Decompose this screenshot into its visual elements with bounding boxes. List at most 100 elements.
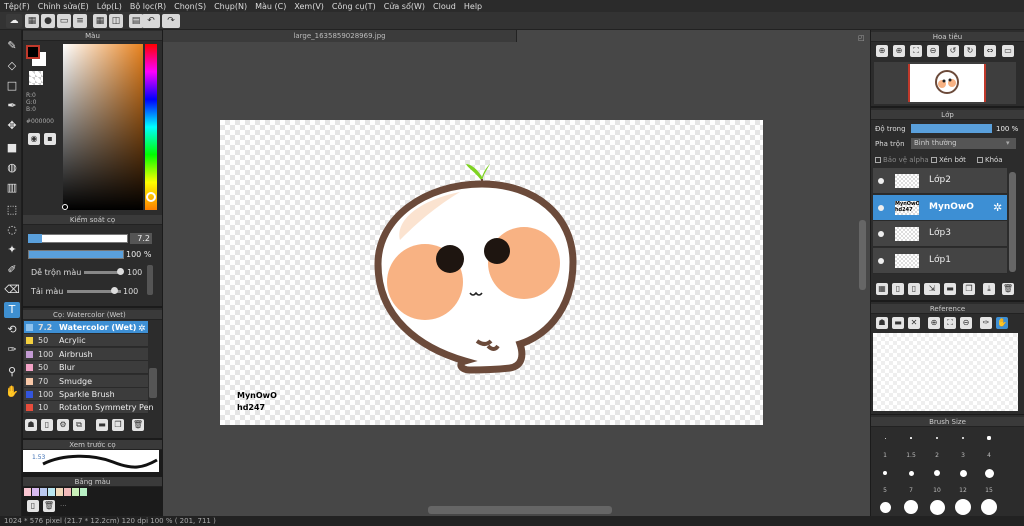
reference-open-icon[interactable]: ▬ — [892, 317, 904, 329]
hand-tool-icon[interactable]: ✋ — [4, 384, 20, 400]
grid-icon[interactable]: ▦ — [93, 14, 107, 28]
menu-filter[interactable]: Bộ lọc(R) — [130, 2, 166, 11]
brush-size-preset[interactable] — [987, 436, 991, 440]
new-layer-8bit-icon[interactable]: ▯ — [892, 283, 904, 295]
saturation-value-picker[interactable] — [63, 44, 143, 210]
zoom-tool-icon[interactable]: ⚲ — [4, 364, 20, 380]
brush-list-item[interactable]: 50 Acrylic — [24, 334, 148, 348]
reference-zoom-out-icon[interactable]: ⊖ — [960, 317, 972, 329]
brush-size-preset[interactable] — [981, 499, 997, 515]
reference-add-icon[interactable]: ☗ — [876, 317, 888, 329]
blend-slider-handle[interactable] — [117, 268, 124, 275]
comment-icon[interactable]: ▭ — [57, 14, 71, 28]
delete-layer-icon[interactable]: 🗑 — [1002, 283, 1014, 295]
merge-layer-icon[interactable]: ⤓ — [983, 283, 995, 295]
brush-duplicate-icon[interactable]: ❐ — [112, 419, 124, 431]
undo-icon[interactable]: ↶ — [142, 14, 160, 28]
brush-size-preset[interactable] — [984, 468, 994, 478]
menu-cloud[interactable]: Cloud — [433, 2, 456, 11]
zoom-in-icon[interactable]: ⊕ — [876, 45, 888, 57]
brush-list-item[interactable]: 100 Sparkle Brush — [24, 388, 148, 401]
transparent-color-swatch[interactable] — [29, 71, 43, 85]
eye-icon[interactable] — [878, 178, 884, 184]
reference-hand-icon[interactable]: ✋ — [996, 317, 1008, 329]
brush-size-value[interactable]: 7.2 — [130, 233, 152, 244]
layer-item[interactable]: Lớp2 — [873, 168, 1007, 194]
eye-icon[interactable] — [878, 231, 884, 237]
palette-swatch[interactable] — [72, 488, 79, 496]
refill-slider-handle[interactable] — [111, 287, 118, 294]
magic-wand-tool-icon[interactable]: ✦ — [4, 242, 20, 258]
reference-eyedropper-icon[interactable]: ✑ — [980, 317, 992, 329]
layer-settings-gear-icon[interactable]: ✲ — [993, 201, 1002, 214]
bucket-tool-icon[interactable]: ◍ — [4, 160, 20, 176]
brush-copy-icon[interactable]: ⧉ — [73, 419, 85, 431]
menu-help[interactable]: Help — [464, 2, 482, 11]
brush-folder-icon[interactable]: ▬ — [96, 419, 108, 431]
brush-settings-icon[interactable]: ⚙ — [57, 419, 69, 431]
new-layer-1bit-icon[interactable]: ▯ — [908, 283, 920, 295]
rotate-left-icon[interactable]: ↺ — [947, 45, 959, 57]
add-layer-icon[interactable]: ▦ — [876, 283, 888, 295]
brush-size-preset[interactable] — [883, 471, 887, 475]
reference-fit-icon[interactable]: ⛶ — [944, 317, 956, 329]
eye-icon[interactable] — [878, 204, 884, 211]
palette-swatch[interactable] — [24, 488, 31, 496]
zoom-out-icon[interactable]: ⊖ — [927, 45, 939, 57]
reference-close-icon[interactable]: ✕ — [908, 317, 920, 329]
menu-select[interactable]: Chọn(S) — [174, 2, 206, 11]
menu-view[interactable]: Xem(V) — [294, 2, 324, 11]
brush-list-item[interactable]: 7.2 Watercolor (Wet) — [24, 321, 148, 334]
brush-list-item[interactable]: 50 Blur — [24, 361, 148, 375]
lasso-tool-icon[interactable]: ◌ — [4, 222, 20, 238]
fill-shape-tool-icon[interactable]: ■ — [4, 140, 20, 156]
palette-swatch[interactable] — [40, 488, 47, 496]
chat-icon[interactable]: ● — [41, 14, 55, 28]
zoom-in-alt-icon[interactable]: ⊕ — [893, 45, 905, 57]
brush-trash-icon[interactable]: 🗑 — [132, 419, 144, 431]
eye-icon[interactable] — [878, 257, 884, 264]
brush-list-item[interactable]: 10 Rotation Symmetry Pen — [24, 401, 154, 415]
navigator-preview[interactable] — [874, 62, 1016, 104]
palette-swatch[interactable] — [56, 488, 63, 496]
duplicate-layer-icon[interactable]: ❐ — [963, 283, 975, 295]
ruler-icon[interactable]: ▤ — [129, 14, 143, 28]
menu-capture[interactable]: Chụp(N) — [214, 2, 247, 11]
layer-item[interactable]: Lớp1 — [873, 247, 1007, 274]
navigator-viewport[interactable] — [908, 64, 986, 102]
brush-new-icon[interactable]: ▯ — [41, 419, 53, 431]
pen-tool-icon[interactable]: ✒ — [4, 98, 20, 114]
document-icon[interactable]: ≡ — [73, 14, 87, 28]
protect-alpha-checkbox[interactable]: Bảo vệ alpha — [875, 156, 929, 164]
primary-color-swatch[interactable] — [26, 45, 40, 59]
reference-zoom-in-icon[interactable]: ⊕ — [928, 317, 940, 329]
brush-opacity-slider[interactable] — [28, 250, 124, 259]
palette-icon[interactable]: ◉ — [28, 133, 40, 145]
navigator-menu-icon[interactable]: ▭ — [1002, 45, 1014, 57]
clipping-checkbox[interactable]: Xén bớt — [931, 156, 966, 164]
palette-new-icon[interactable]: ▯ — [27, 500, 39, 512]
layer-item[interactable]: Lớp3 — [873, 221, 1007, 247]
brush-list-scrollbar[interactable] — [149, 368, 157, 398]
palette-swatch[interactable] — [32, 488, 39, 496]
brush-size-preset[interactable] — [904, 500, 918, 514]
brush-size-preset[interactable] — [884, 437, 886, 439]
select-pen-tool-icon[interactable]: ✐ — [4, 262, 20, 278]
brush-size-preset[interactable] — [929, 499, 945, 515]
menu-edit[interactable]: Chỉnh sửa(E) — [38, 2, 89, 11]
new-layer-icon[interactable]: ▦ — [25, 14, 39, 28]
canvas-vertical-scrollbar[interactable] — [859, 220, 866, 290]
doc-float-icon[interactable]: ◰ — [858, 34, 865, 42]
flip-icon[interactable]: ⇔ — [984, 45, 996, 57]
palette-delete-icon[interactable]: 🗑 — [43, 500, 55, 512]
gradient-tool-icon[interactable]: ▥ — [4, 180, 20, 196]
palette-swatch[interactable] — [80, 488, 87, 496]
menu-window[interactable]: Cửa sổ(W) — [384, 2, 425, 11]
hue-slider[interactable] — [145, 44, 157, 210]
layer-blend-select[interactable]: Bình thường — [911, 138, 1016, 149]
eraser-tool-icon[interactable]: ◇ — [4, 58, 20, 74]
brush-size-slider[interactable] — [28, 234, 128, 243]
fit-icon[interactable]: ⛶ — [910, 45, 922, 57]
brush-settings-gear-icon[interactable]: ✲ — [138, 324, 146, 334]
layer-folder-icon[interactable]: ▬ — [944, 283, 956, 295]
